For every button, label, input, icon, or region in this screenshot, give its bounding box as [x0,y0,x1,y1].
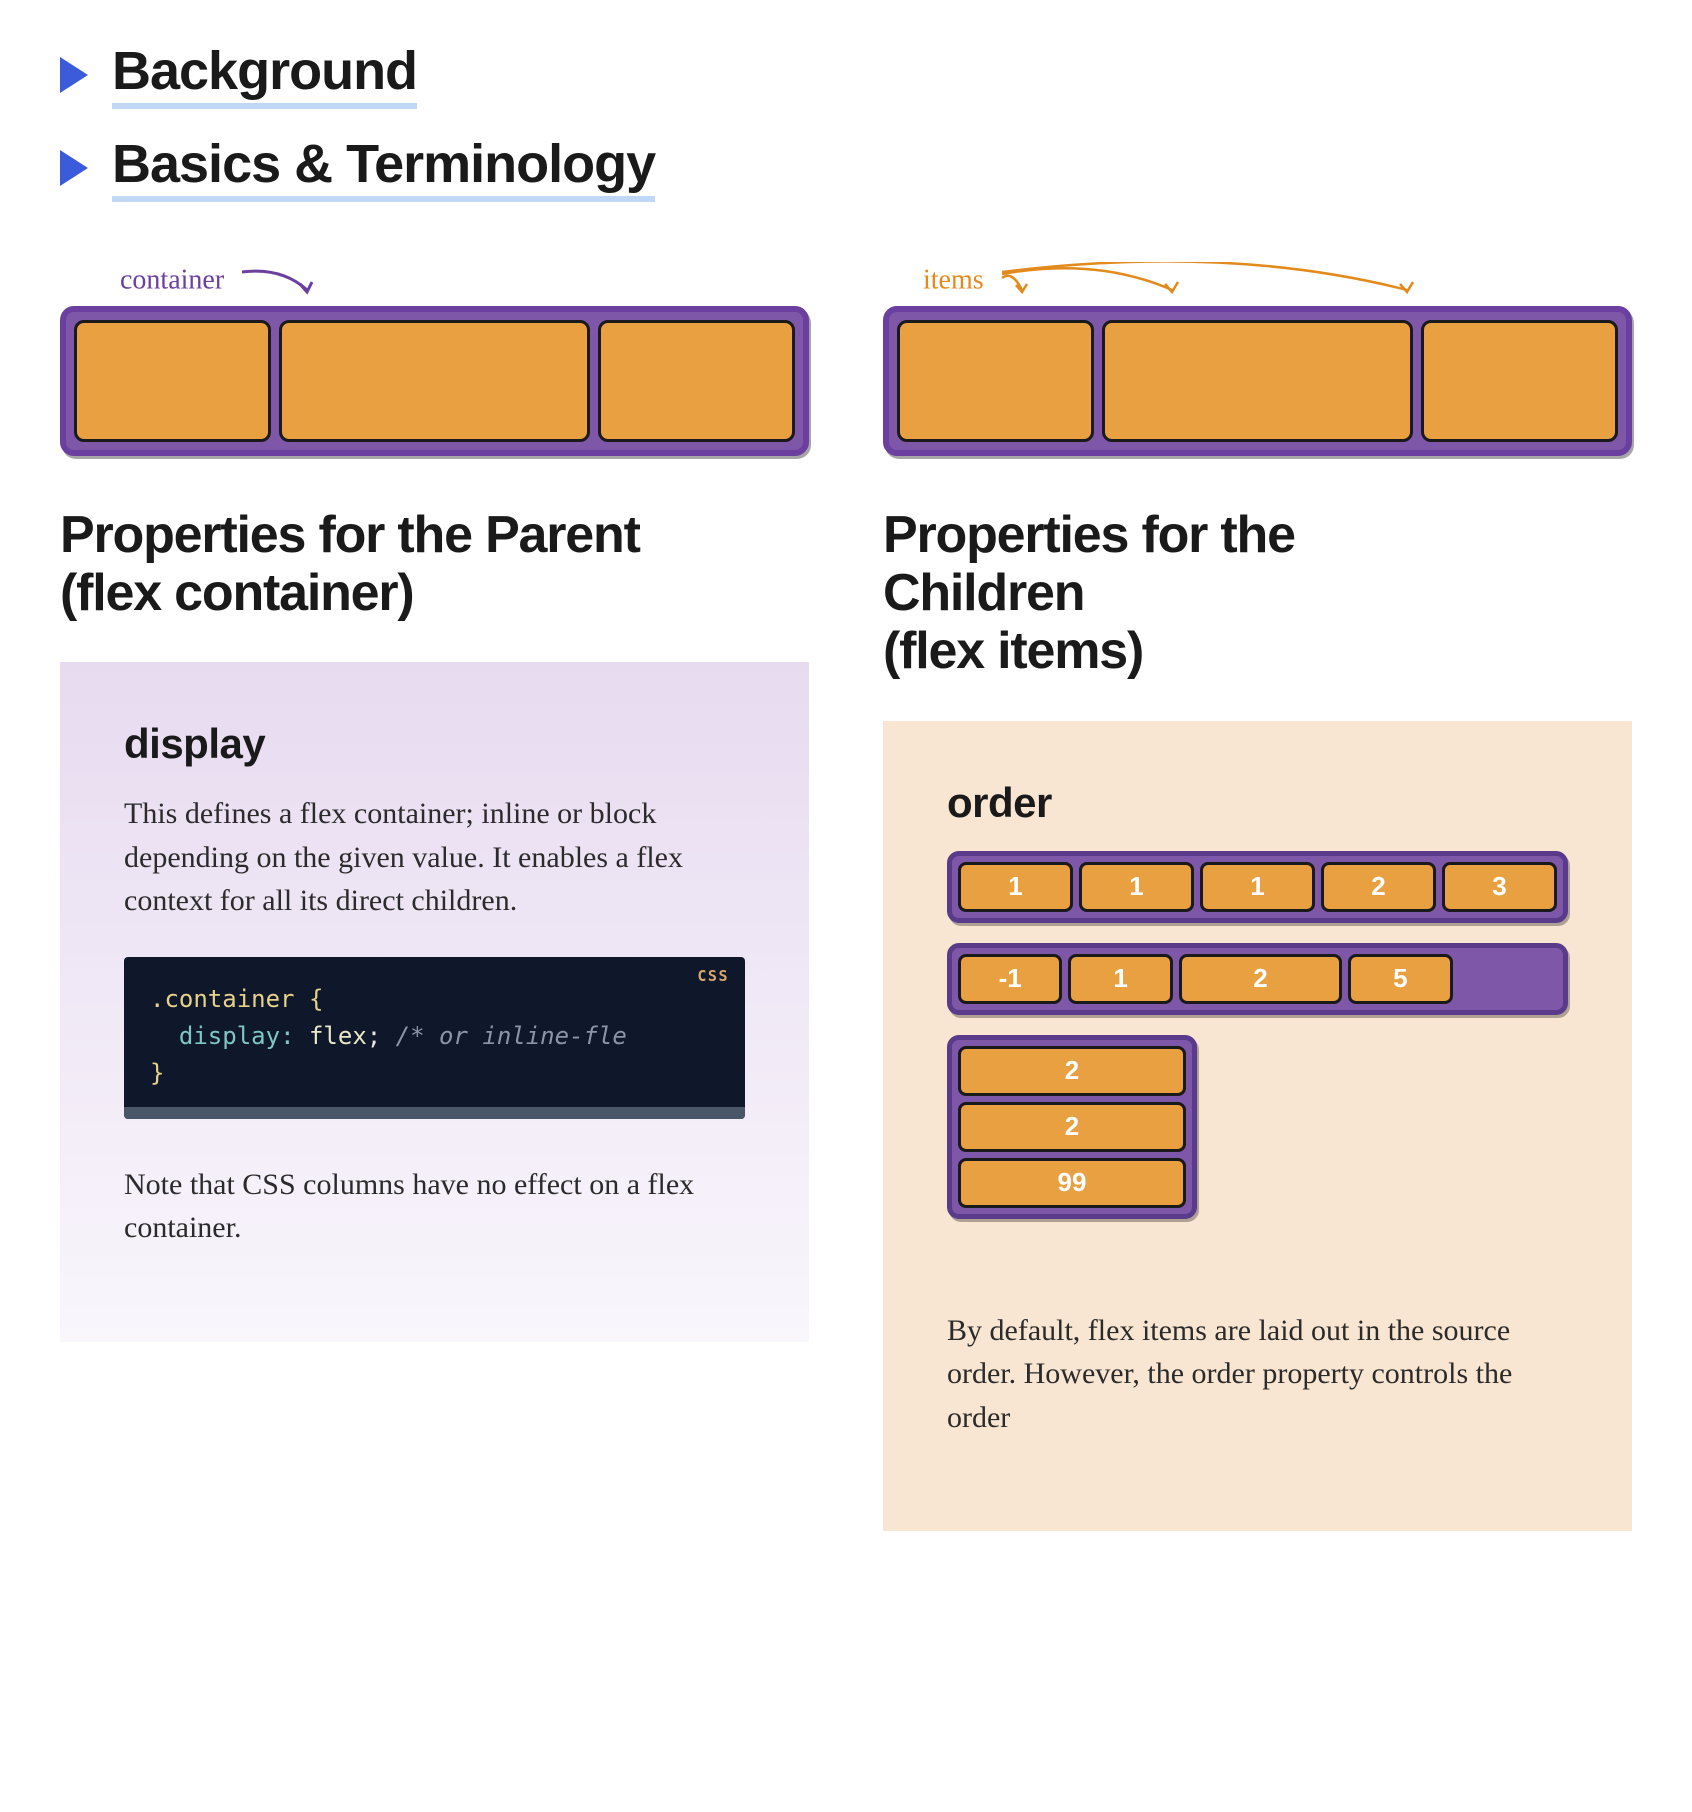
section-title-children: Properties for the Children (flex items) [883,506,1632,681]
property-card-order: order 1 1 1 2 3 -1 1 2 5 2 [883,721,1632,1532]
order-cell-empty [1459,954,1557,1004]
flex-items-diagram [883,306,1632,456]
order-cell: 5 [1348,954,1452,1004]
right-column: items Properties for the Children (flex … [883,262,1632,1531]
diagram-label-items: items [883,262,1632,302]
order-cell: 1 [958,862,1073,912]
diagram-cell [1102,320,1413,442]
code-scrollbar[interactable] [124,1107,745,1119]
flex-container-diagram [60,306,809,456]
order-column: 2 2 99 [947,1035,1197,1219]
diagram-cell [279,320,590,442]
order-row-2: -1 1 2 5 [947,943,1568,1015]
accordion-title: Basics & Terminology [112,133,655,202]
order-cell: 3 [1442,862,1557,912]
order-cell: 2 [958,1046,1186,1096]
code-snippet: CSS .container { display: flex; /* or in… [124,957,745,1119]
property-description: This defines a flex container; inline or… [124,792,745,923]
order-cell: 99 [958,1158,1186,1208]
order-cell: 1 [1200,862,1315,912]
order-row-1: 1 1 1 2 3 [947,851,1568,923]
order-cell: 2 [1321,862,1436,912]
order-cell: -1 [958,954,1062,1004]
section-title-parent: Properties for the Parent (flex containe… [60,506,809,622]
property-card-display: display This defines a flex container; i… [60,662,809,1341]
order-diagrams: 1 1 1 2 3 -1 1 2 5 2 2 99 [947,851,1568,1219]
order-cell: 1 [1079,862,1194,912]
property-name: order [947,779,1568,827]
accordion-background[interactable]: Background [60,40,1632,109]
order-cell: 2 [1179,954,1342,1004]
order-cell: 2 [958,1102,1186,1152]
diagram-cell [1421,320,1618,442]
diagram-label-container: container [60,262,809,302]
accordion-title: Background [112,40,417,109]
code-language-badge: CSS [697,967,729,985]
order-cell: 1 [1068,954,1172,1004]
multi-arrow-icon [997,262,1477,302]
curved-arrow-icon [237,262,327,302]
property-note: Note that CSS columns have no effect on … [124,1163,745,1250]
triangle-right-icon [60,57,88,93]
diagram-cell [897,320,1094,442]
diagram-cell [598,320,795,442]
property-description: By default, flex items are laid out in t… [947,1309,1568,1440]
left-column: container Properties for the Parent (fle… [60,262,809,1531]
diagram-cell [74,320,271,442]
property-name: display [124,720,745,768]
triangle-right-icon [60,150,88,186]
accordion-basics[interactable]: Basics & Terminology [60,133,1632,202]
content-columns: container Properties for the Parent (fle… [60,262,1632,1531]
